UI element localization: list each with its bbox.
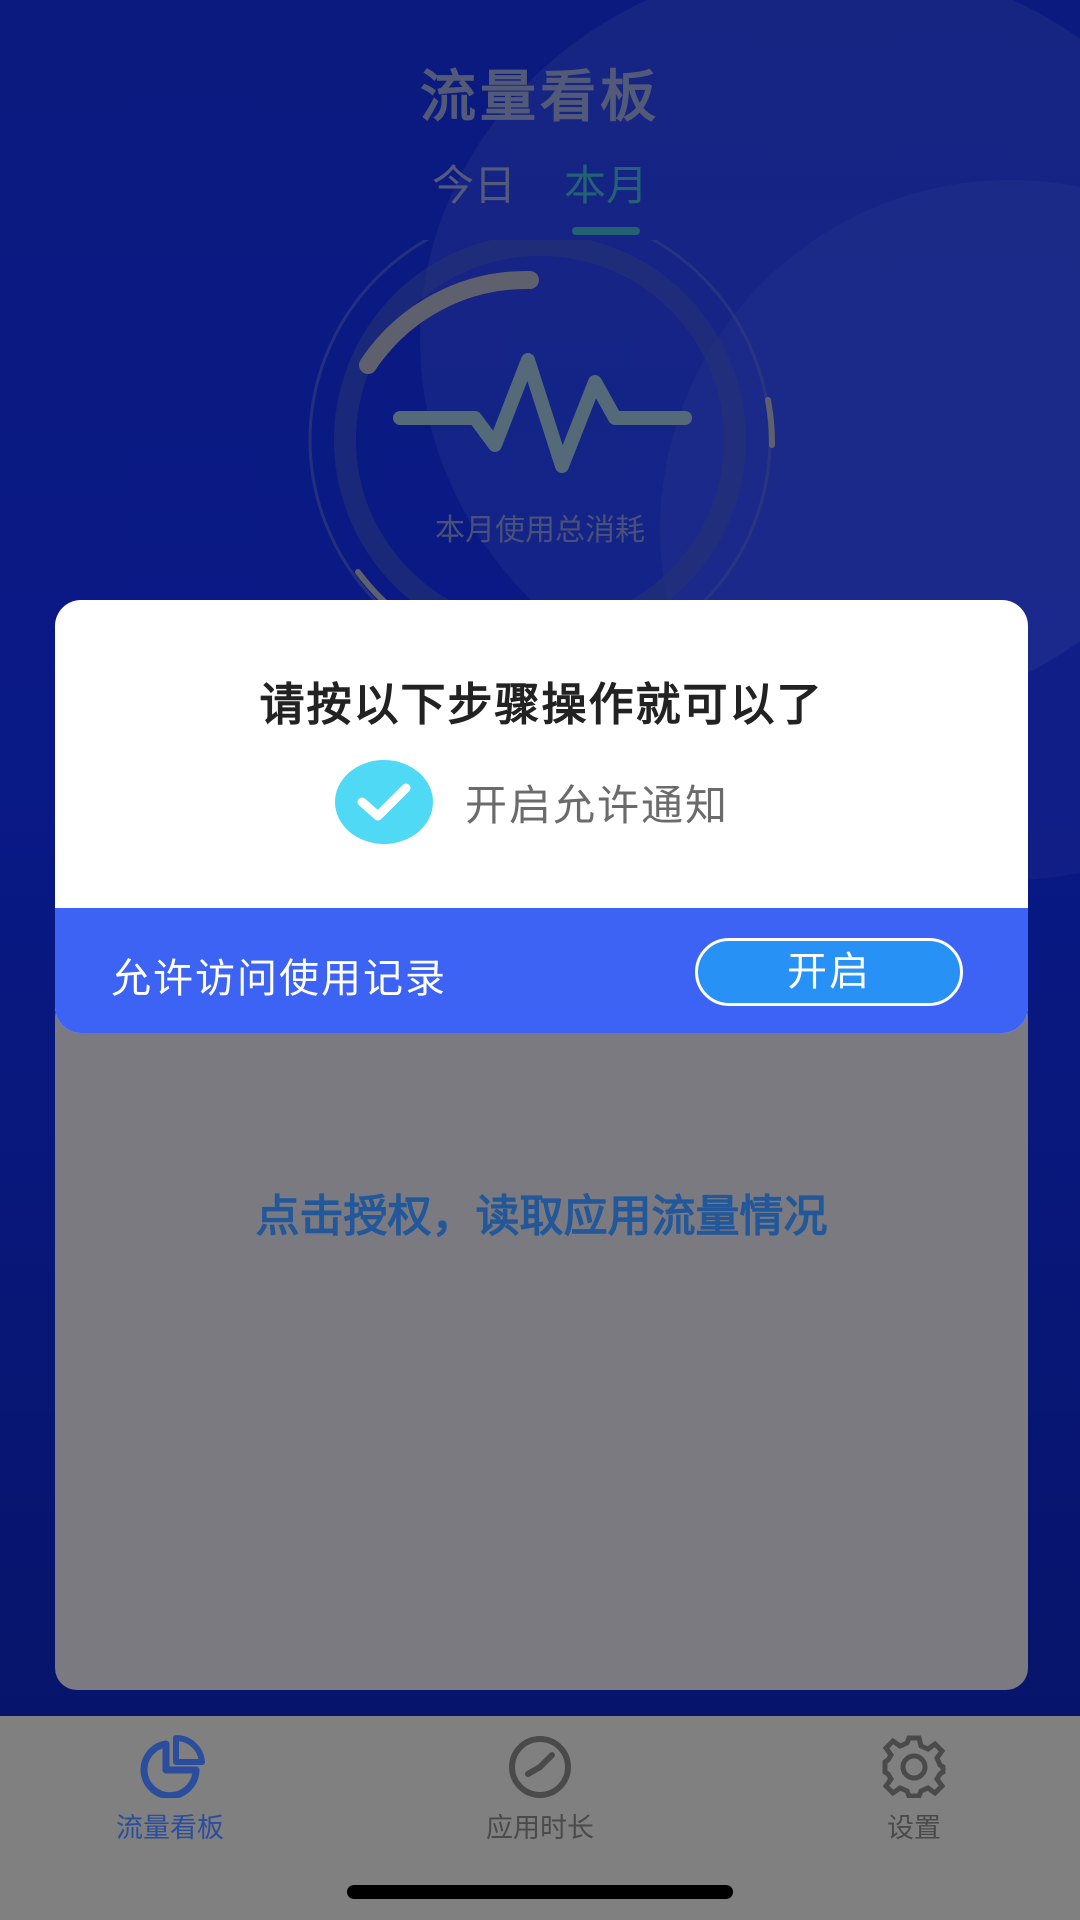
step-notification-label: 开启允许通知 [465, 780, 730, 830]
gear-icon [882, 1735, 946, 1799]
authorize-link[interactable]: 点击授权，读取应用流量情况 [55, 1180, 1028, 1244]
nav-label: 设置 [887, 1813, 941, 1844]
check-circle-icon [335, 760, 433, 844]
authorization-panel: 点击授权，读取应用流量情况 [55, 995, 1028, 1690]
nav-item-app-duration[interactable]: 应用时长 [450, 1734, 630, 1845]
step-usage-access-label: 允许访问使用记录 [111, 956, 447, 1002]
nav-label: 流量看板 [116, 1813, 224, 1844]
step-notification: 开启允许通知 [335, 760, 729, 844]
home-indicator[interactable] [347, 1885, 733, 1899]
permission-dialog: 请按以下步骤操作就可以了 开启允许通知 允许访问使用记录 开启 [55, 600, 1028, 1033]
step-usage-access: 允许访问使用记录 开启 [55, 908, 1028, 1033]
nav-item-settings[interactable]: 设置 [824, 1734, 1004, 1845]
enable-button[interactable]: 开启 [695, 938, 963, 1006]
dialog-title: 请按以下步骤操作就可以了 [259, 678, 824, 731]
nav-item-traffic-board[interactable]: 流量看板 [80, 1734, 260, 1845]
nav-label: 应用时长 [486, 1813, 594, 1844]
clock-icon [509, 1736, 571, 1798]
pie-chart-icon [140, 1734, 205, 1800]
